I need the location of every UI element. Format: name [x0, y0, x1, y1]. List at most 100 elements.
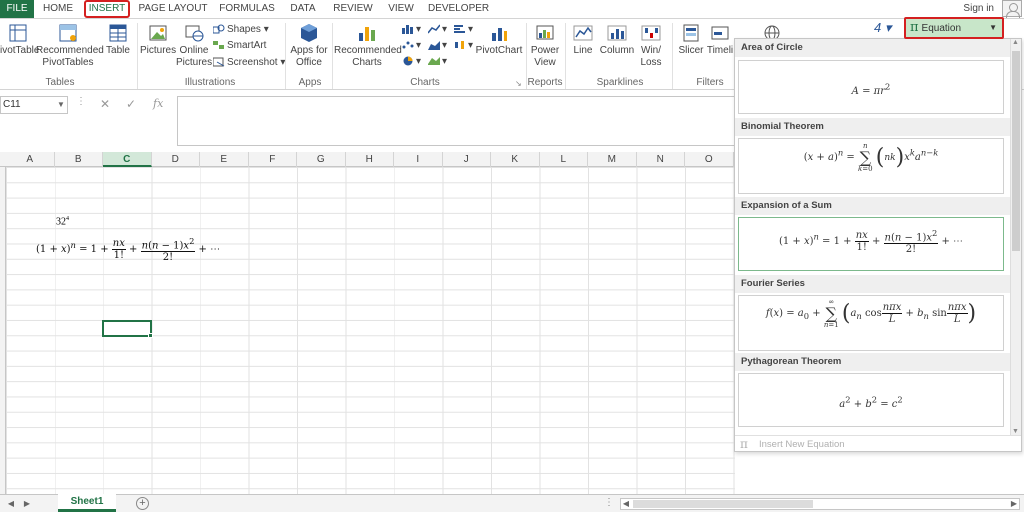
smartart-button[interactable]: SmartArt: [213, 39, 266, 53]
tab-formulas[interactable]: FORMULAS: [218, 0, 276, 18]
equation-expansion-of-a-sum[interactable]: (1 + x)n = 1 + nx 1! + n(n − 1)x2 2! + ⋯: [738, 217, 1004, 271]
column-header-b[interactable]: B: [55, 152, 103, 167]
cell-b6-value[interactable]: 324: [56, 216, 69, 227]
equation-area-of-circle[interactable]: A = πr2: [738, 60, 1004, 114]
enter-icon[interactable]: ✓: [126, 97, 136, 111]
recommended-pivottables-button[interactable]: Recommended PivotTables: [36, 23, 104, 69]
column-header-f[interactable]: F: [249, 152, 297, 167]
column-header-i[interactable]: I: [394, 152, 443, 167]
equation-binomial-theorem[interactable]: (x + a)n = n ∑ k=0 (nk)xkan−k: [738, 138, 1004, 194]
pivotchart-icon: [492, 28, 507, 41]
slicer-button[interactable]: Slicer: [676, 23, 706, 57]
sparkline-column-button[interactable]: Column: [598, 23, 636, 57]
pictures-button[interactable]: Pictures: [140, 23, 176, 57]
equation-fourier-series[interactable]: f(x) = a0 + ∞ ∑ n=1 (an cos nπx L + bn sin nπ…: [738, 295, 1004, 351]
tab-insert[interactable]: INSERT: [84, 0, 130, 18]
scatter-chart-button[interactable]: ▾: [402, 39, 421, 53]
formula-input[interactable]: [177, 96, 737, 146]
cancel-icon[interactable]: ✕: [100, 97, 110, 111]
column-header-a[interactable]: A: [6, 152, 55, 167]
charts-dialog-launcher-icon[interactable]: ↘: [515, 77, 522, 91]
pivotchart-button[interactable]: PivotChart: [474, 23, 524, 57]
add-sheet-icon[interactable]: +: [136, 497, 149, 510]
column-header-j[interactable]: J: [443, 152, 491, 167]
pictures-label: Pictures: [140, 45, 177, 56]
area-chart-button[interactable]: ▾: [428, 39, 447, 53]
online-pictures-button[interactable]: Online Pictures: [176, 23, 212, 69]
power-view-label-1: Power: [530, 45, 560, 56]
column-header-e[interactable]: E: [200, 152, 249, 167]
table-button[interactable]: Table: [102, 23, 134, 57]
scroll-down-icon[interactable]: ▼: [1012, 428, 1019, 435]
column-header-m[interactable]: M: [588, 152, 637, 167]
bar-chart-button[interactable]: ▾: [454, 23, 473, 37]
tab-page-layout[interactable]: PAGE LAYOUT: [138, 0, 208, 18]
sheet-tab-sheet1[interactable]: Sheet1: [58, 494, 116, 512]
screenshot-button[interactable]: Screenshot ▾: [213, 56, 285, 70]
column-header-n[interactable]: N: [637, 152, 685, 167]
pie-chart-button[interactable]: ▾: [402, 55, 421, 69]
column-chart-button[interactable]: ▾: [402, 23, 421, 37]
scroll-right-icon[interactable]: ▶: [1009, 499, 1019, 509]
column-header-d[interactable]: D: [152, 152, 200, 167]
column-header-g[interactable]: G: [297, 152, 346, 167]
equation-gallery: Area of Circle A = πr2 Binomial Theorem …: [734, 38, 1022, 452]
sign-in-link[interactable]: Sign in: [963, 0, 994, 17]
selected-cell-c11[interactable]: [102, 320, 153, 338]
sparkline-column-icon: [607, 25, 627, 41]
sheet-tab-bar: ◀ ▶ Sheet1 + ⋮ ◀ ▶: [0, 494, 1024, 512]
horizontal-scroll-thumb[interactable]: [633, 500, 813, 508]
column-header-l[interactable]: L: [540, 152, 588, 167]
surface-chart-icon: [428, 57, 440, 66]
gallery-scroll-thumb[interactable]: [1012, 51, 1020, 251]
name-box-chevron-down-icon[interactable]: ▼: [57, 100, 65, 109]
recommended-charts-icon: [359, 27, 375, 41]
symbol-omega-icon[interactable]: 4 ▾: [874, 21, 891, 35]
smartart-icon: [213, 41, 224, 50]
power-view-button[interactable]: Power View: [528, 23, 562, 69]
tab-view[interactable]: VIEW: [384, 0, 418, 18]
sparkline-line-icon: [573, 25, 593, 41]
insert-new-equation-label: Insert New Equation: [759, 439, 845, 450]
sparkline-winloss-button[interactable]: Win/ Loss: [636, 23, 666, 69]
tab-split-handle[interactable]: ⋮: [604, 497, 614, 508]
tab-review[interactable]: REVIEW: [332, 0, 374, 18]
stock-chart-button[interactable]: ▾: [454, 39, 473, 53]
column-header-k[interactable]: K: [491, 152, 540, 167]
cell-b6-base: 32: [56, 216, 66, 228]
recommended-charts-button[interactable]: Recommended Charts: [334, 23, 402, 69]
group-apps-label: Apps: [298, 77, 322, 88]
column-header-h[interactable]: H: [346, 152, 394, 167]
shapes-button[interactable]: Shapes ▾: [213, 23, 269, 37]
insert-new-equation-item[interactable]: π Insert New Equation: [735, 435, 1021, 452]
surface-chart-button[interactable]: ▾: [428, 55, 447, 69]
insert-function-icon[interactable]: fx: [153, 97, 163, 110]
horizontal-scrollbar[interactable]: ◀ ▶: [620, 498, 1020, 510]
ribbon-separator: [285, 23, 286, 89]
timeline-button[interactable]: Timeli: [706, 23, 734, 57]
apps-for-office-button[interactable]: Apps for Office: [288, 23, 330, 69]
line-chart-button[interactable]: ▾: [428, 23, 447, 37]
binomial-expansion-equation[interactable]: (1 + x)n = 1 + nx 1! + n(n − 1)x2 2! + ⋯: [36, 236, 220, 263]
scroll-up-icon[interactable]: ▲: [1012, 39, 1019, 46]
tab-developer[interactable]: DEVELOPER: [428, 0, 489, 18]
tab-data[interactable]: DATA: [286, 0, 320, 18]
sparkline-line-button[interactable]: Line: [568, 23, 598, 57]
ribbon-tab-bar: FILE HOME INSERT PAGE LAYOUT FORMULAS DA…: [0, 0, 1024, 18]
recommended-charts-label-1: Recommended: [334, 45, 402, 56]
column-header-o[interactable]: O: [685, 152, 734, 167]
fill-handle[interactable]: [148, 333, 153, 338]
apps-for-office-icon: [301, 24, 317, 42]
pivottable-button[interactable]: ivotTable: [0, 23, 39, 57]
next-sheet-icon[interactable]: ▶: [22, 499, 32, 509]
user-avatar-icon[interactable]: [1002, 0, 1022, 18]
tab-file[interactable]: FILE: [0, 0, 34, 18]
tab-home[interactable]: HOME: [38, 0, 78, 18]
scroll-left-icon[interactable]: ◀: [621, 499, 631, 509]
equation-button[interactable]: π Equation ▼: [904, 17, 1004, 39]
equation-pythagorean-theorem[interactable]: a2 + b2 = c2: [738, 373, 1004, 427]
prev-sheet-icon[interactable]: ◀: [6, 499, 16, 509]
chevron-down-icon[interactable]: ▼: [989, 19, 997, 37]
column-header-c[interactable]: C: [103, 152, 152, 167]
gallery-vertical-scrollbar[interactable]: ▲ ▼: [1010, 39, 1021, 435]
